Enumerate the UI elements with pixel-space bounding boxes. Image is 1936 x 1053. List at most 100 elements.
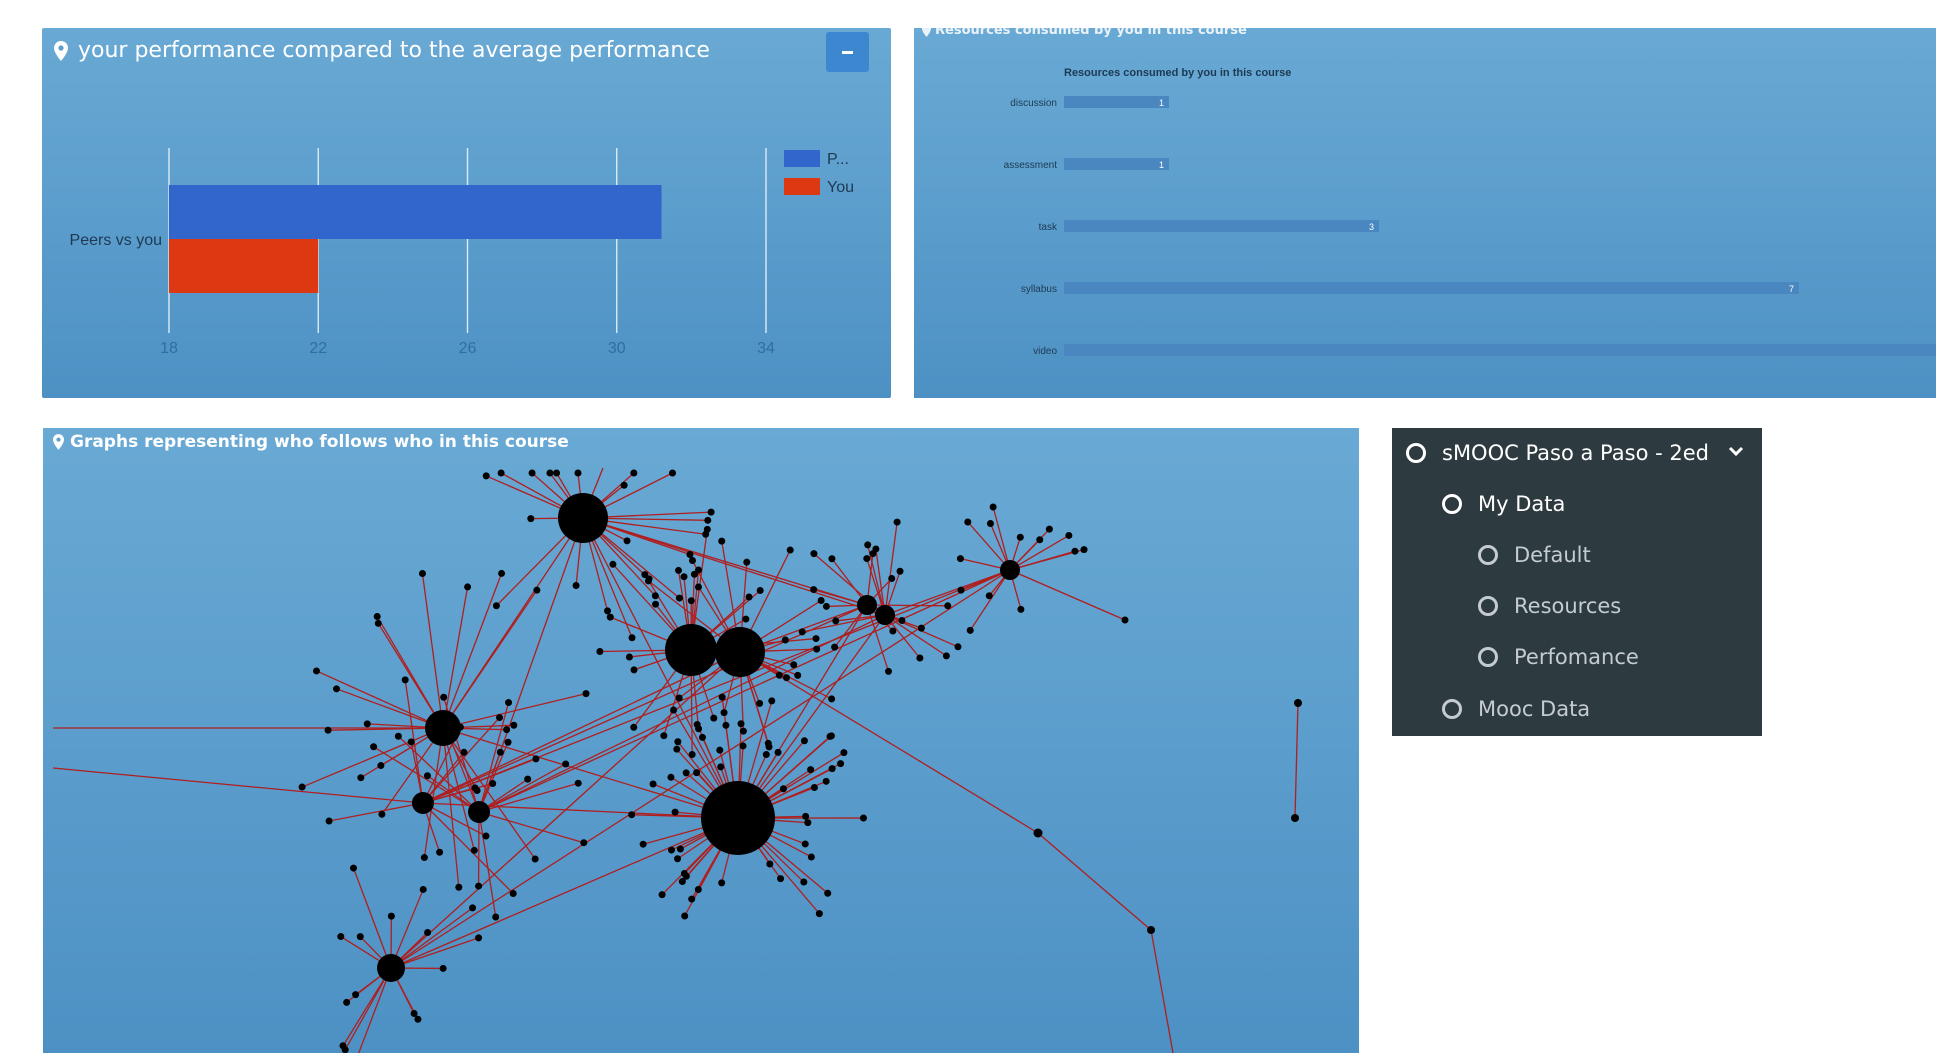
user-node [810,784,818,792]
x-tick-label: 18 [160,340,178,357]
user-node [678,878,686,886]
x-tick-label: 26 [459,340,477,357]
user-node [1080,546,1088,554]
user-node [333,685,341,693]
user-node [370,743,378,751]
circle-icon [1406,443,1426,463]
user-node [800,737,808,745]
user-node [558,493,608,543]
user-node [840,749,848,757]
resources-chart-title: Resources consumed by you in this course [1064,67,1291,79]
x-tick-label: 22 [309,340,327,357]
resource-bar [1064,282,1799,294]
user-node [686,550,694,558]
performance-chart: 18 22 26 30 34 Peers vs you P... You [70,148,854,357]
user-node [875,605,895,625]
user-node [857,595,877,615]
user-node [680,573,688,581]
bar-p [169,185,662,239]
user-node [574,779,582,787]
user-node [810,550,818,558]
user-node [460,748,468,756]
user-node [779,785,787,793]
follow-edge [884,521,898,616]
user-node [470,846,478,854]
resource-bar [1064,96,1169,108]
menu-item-default[interactable]: Default [1478,535,1591,575]
follow-edge [478,763,566,813]
menu-my-data-label: My Data [1478,492,1566,516]
user-node [682,769,690,777]
user-node [828,555,836,563]
menu-item-mooc-data[interactable]: Mooc Data [1442,689,1590,729]
user-node [378,810,386,818]
legend-swatch [784,150,820,167]
user-node [956,555,964,563]
user-node [475,882,483,890]
user-node [524,775,532,783]
user-node [620,481,628,489]
menu-item-course[interactable]: sMOOC Paso a Paso - 2ed [1406,433,1709,473]
follow-edge [328,802,424,822]
user-node [698,733,706,741]
follow-edge [316,670,444,729]
user-node [942,652,950,660]
map-marker-icon [53,434,64,450]
user-node [660,732,668,740]
circle-icon [1442,494,1462,514]
user-node [649,780,657,788]
user-node [582,690,590,698]
user-node [668,846,676,854]
user-node [574,469,582,477]
bar-you [169,239,319,293]
user-node [628,634,636,642]
user-node [822,602,830,610]
follow-graph[interactable] [43,428,1359,1053]
user-node [717,763,725,771]
user-node [1065,531,1073,539]
user-node [859,814,867,822]
user-node [986,520,994,528]
menu-item-my-data[interactable]: My Data [1442,484,1565,524]
user-node [720,709,728,717]
user-node [668,469,676,477]
category-label: syllabus [1021,284,1057,295]
follow-edge [1037,832,1152,931]
user-node [670,706,678,714]
course-menu: sMOOC Paso a Paso - 2ed My Data Default … [1392,428,1762,736]
user-node [324,726,332,734]
graph-title-text: Graphs representing who follows who in t… [70,432,569,452]
user-node [827,732,835,740]
legend-swatch [784,178,820,195]
circle-icon [1478,647,1498,667]
follow-edge [478,811,497,918]
user-node [786,546,794,554]
user-node [802,812,810,820]
follow-edge [421,573,444,729]
user-node [644,577,652,585]
user-node [350,864,358,872]
user-node [596,647,604,655]
user-node [718,879,726,887]
user-node [625,653,633,661]
user-node [813,645,821,653]
user-node [766,860,774,868]
user-node [312,667,320,675]
menu-item-resources[interactable]: Resources [1478,586,1621,626]
legend-label: P... [827,151,849,168]
user-node [781,636,789,644]
user-node [489,780,497,788]
category-label: task [1039,222,1058,233]
user-node [693,769,701,777]
user-node [675,566,683,574]
chevron-down-icon[interactable] [1728,442,1744,461]
user-node [325,817,333,825]
user-node [1033,828,1043,838]
user-node [824,889,832,897]
menu-item-performance[interactable]: Perfomance [1478,637,1639,677]
user-node [804,819,812,827]
user-node [425,710,461,746]
user-node [394,732,402,740]
user-node [716,746,724,754]
legend-label: You [827,179,854,196]
